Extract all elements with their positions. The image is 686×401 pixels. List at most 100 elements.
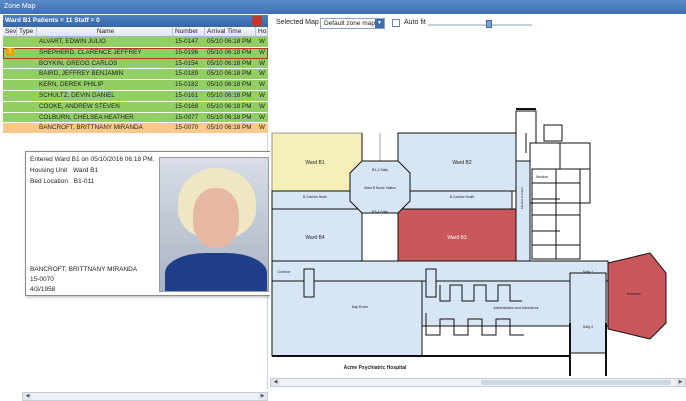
row-number: 15-0196 <box>175 48 199 56</box>
bed-location-row: Bed Location B1-011 <box>30 178 94 185</box>
row-ho: W <box>259 70 265 78</box>
map-label-corridor: Corridor <box>278 270 291 274</box>
selected-map-dropdown[interactable]: Default zone map ▼ <box>320 18 385 29</box>
map-label-admin: Administration and Admissions <box>494 306 539 310</box>
map-label-ward-b3: Ward B3 <box>447 235 466 241</box>
scroll-right-icon[interactable]: ▶ <box>258 393 267 400</box>
floor-plan: Ward B1 Ward B2 Ward B4 Ward B3 B1-2 Sal… <box>271 108 667 376</box>
row-arrival: 05/10 06:18 PM <box>207 70 252 78</box>
row-ho: W <box>259 59 265 67</box>
zone-map-window: Zone Map Ward B1 Patients = 11 Staff = 0… <box>0 0 686 401</box>
row-arrival: 05/10 06:18 PM <box>207 38 252 45</box>
table-row[interactable]: BOYKIN, GREGG CARLOS 15-0154 05/10 06:18 P… <box>3 58 268 70</box>
map-label-entrance: Entrance <box>627 292 641 296</box>
housing-unit-label: Housing Unit <box>30 167 68 174</box>
row-arrival: 05/10 06:18 PM <box>207 124 252 132</box>
col-number[interactable]: Number <box>173 27 205 37</box>
row-name: COOKE, ANDREW STEVEN <box>39 102 120 110</box>
col-type[interactable]: Type <box>17 27 37 37</box>
row-name: COLBURN, CHELSEA HEATHER <box>39 113 134 121</box>
table-row[interactable]: KERN, DEREK PHILIP 15-0182 05/10 06:18 PM W <box>3 80 268 91</box>
row-ho: W <box>259 38 265 45</box>
map-label-b34-sally: B3-4 Sally <box>372 210 388 214</box>
col-ho[interactable]: Ho <box>256 27 268 37</box>
row-number: 15-0161 <box>175 91 199 99</box>
patient-number: 15-0070 <box>30 276 54 283</box>
row-arrival: 05/10 06:18 PM <box>207 91 252 99</box>
ward-panel-header: Ward B1 Patients = 11 Staff = 0 <box>3 15 268 27</box>
table-row[interactable]: COLBURN, CHELSEA HEATHER 15-0077 05/10 06:… <box>3 112 268 124</box>
row-ho: W <box>259 81 265 89</box>
horizontal-scrollbar[interactable]: ◀ ▶ <box>22 392 268 401</box>
table-row[interactable]: COOKE, ANDREW STEVEN 15-0168 05/10 06:18 P… <box>3 101 268 113</box>
map-label-medical-corridor: Medical Corridor <box>520 187 524 209</box>
col-arrival-time[interactable]: Arrival Time <box>205 27 256 37</box>
patient-name: BANCROFT, BRITTNANY MIRANDA <box>30 266 138 273</box>
map-label-ward-b1: Ward B1 <box>305 160 324 166</box>
patient-photo <box>159 157 269 292</box>
map-panel: Selected Map Default zone map ▼ Auto fit <box>270 15 686 389</box>
col-name[interactable]: Name <box>37 27 173 37</box>
row-arrival: 05/10 06:18 PM <box>207 113 252 121</box>
table-row[interactable]: ! SHEPHERD, CLARENCE JEFFREY 15-0196 05/10 … <box>3 47 268 59</box>
row-name: BAIRD, JEFFREY BENJAMIN <box>39 70 124 78</box>
table-row[interactable]: BANCROFT, BRITTNANY MIRANDA 15-0070 05/10 … <box>3 123 268 135</box>
row-number: 15-0189 <box>175 70 199 78</box>
auto-fit-checkbox[interactable] <box>392 19 400 27</box>
row-name: SHEPHERD, CLARENCE JEFFREY <box>39 48 142 56</box>
map-label-ward-b2: Ward B2 <box>452 160 471 166</box>
auto-fit-label: Auto fit <box>404 19 426 26</box>
row-ho: W <box>259 48 265 56</box>
map-label-corridor-north: B Corridor North <box>303 195 327 199</box>
row-number: 15-0147 <box>175 38 199 45</box>
col-sev[interactable]: Sev <box>3 27 17 37</box>
map-label-ward-b4: Ward B4 <box>305 235 324 241</box>
map-scroll-thumb[interactable] <box>481 380 671 385</box>
selected-map-value: Default zone map <box>324 20 375 27</box>
row-number: 15-0077 <box>175 113 199 121</box>
table-row[interactable]: BAIRD, JEFFREY BENJAMIN 15-0189 05/10 06:1… <box>3 69 268 81</box>
row-ho: W <box>259 124 265 132</box>
scroll-right-icon[interactable]: ▶ <box>676 379 685 386</box>
patient-dob: 4/3/1958 <box>30 286 56 293</box>
row-name: SCHULTZ, DEVIN DANIEL <box>39 91 115 99</box>
alarm-icon[interactable] <box>252 16 262 26</box>
row-number: 15-0168 <box>175 102 199 110</box>
row-arrival: 05/10 06:18 PM <box>207 59 252 67</box>
row-number: 15-0182 <box>175 81 199 89</box>
bed-location-label: Bed Location <box>30 178 68 185</box>
housing-unit-value: Ward B1 <box>73 167 99 174</box>
map-label-hospital: Acme Psychiatric Hospital <box>344 365 407 371</box>
bed-location-value: B1-011 <box>73 178 95 185</box>
table-row[interactable]: ALVART, EDWIN JULIO 15-0147 05/10 06:18 PM… <box>3 37 268 48</box>
map-label-nurse-station: Ward B Nurse Station <box>364 186 396 190</box>
map-label-corridor-south: B Corridor South <box>450 195 475 199</box>
row-name: ALVART, EDWIN JULIO <box>39 38 106 45</box>
row-name: KERN, DEREK PHILIP <box>39 81 104 89</box>
window-title: Zone Map <box>0 0 686 14</box>
scroll-left-icon[interactable]: ◀ <box>23 393 32 400</box>
row-name: BANCROFT, BRITTNANY MIRANDA <box>39 124 143 132</box>
zoom-slider-handle[interactable] <box>486 20 493 28</box>
entered-text: Entered Ward B1 on 05/10/2016 06:18 PM. <box>30 156 155 163</box>
housing-unit-row: Housing Unit Ward B1 <box>30 167 98 174</box>
ward-summary: Ward B1 Patients = 11 Staff = 0 <box>5 17 100 24</box>
table-row[interactable]: SCHULTZ, DEVIN DANIEL 15-0161 05/10 06:18 … <box>3 90 268 102</box>
map-horizontal-scrollbar[interactable]: ◀ ▶ <box>270 378 686 387</box>
chevron-down-icon[interactable]: ▼ <box>375 19 384 28</box>
map-label-b12-sally: B1-2 Sally <box>372 168 388 172</box>
scroll-left-icon[interactable]: ◀ <box>271 379 280 386</box>
row-ho: W <box>259 91 265 99</box>
row-arrival: 05/10 06:18 PM <box>207 102 252 110</box>
row-ho: W <box>259 102 265 110</box>
zoom-slider[interactable] <box>428 24 532 26</box>
entrance-zone[interactable] <box>607 252 667 340</box>
row-arrival: 05/10 06:18 PM <box>207 48 252 56</box>
patient-list: ALVART, EDWIN JULIO 15-0147 05/10 06:18 PM… <box>3 37 268 135</box>
row-name: BOYKIN, GREGG CARLOS <box>39 59 118 67</box>
map-label-sally-1: Sally 1 <box>583 270 594 274</box>
map-label-medical: Medical <box>536 175 548 179</box>
row-number: 15-0070 <box>175 124 199 132</box>
row-ho: W <box>259 113 265 121</box>
row-arrival: 05/10 06:18 PM <box>207 81 252 89</box>
